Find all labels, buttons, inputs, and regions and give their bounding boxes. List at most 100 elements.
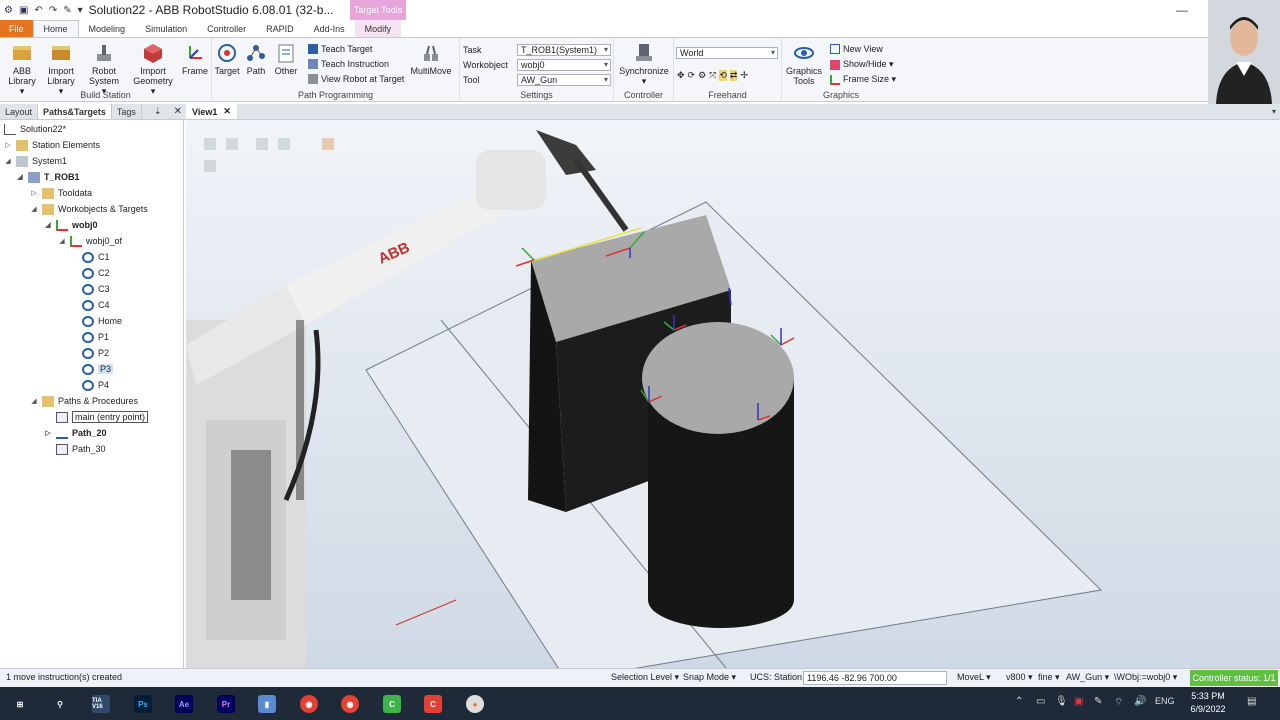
tree-wobj0-of[interactable]: ◢ wobj0_of	[58, 234, 122, 248]
jog-icon[interactable]: ✢	[740, 70, 748, 81]
other-button[interactable]: Other	[272, 42, 300, 76]
customize-icon[interactable]: ▾	[78, 5, 83, 16]
tree-system[interactable]: ◢ System1	[4, 154, 67, 168]
frame-button[interactable]: Frame	[180, 42, 210, 76]
tab-layout[interactable]: Layout	[0, 104, 39, 119]
show-hide-button[interactable]: Show/Hide ▾	[830, 59, 894, 70]
tool-dropdown[interactable]: AW_Gun ▾	[1066, 672, 1109, 683]
tab-tags[interactable]: Tags	[112, 104, 142, 119]
tree-main-procedure[interactable]: main (entry point)	[56, 410, 149, 424]
notification-icon[interactable]: ▤	[1247, 696, 1256, 707]
device-icon[interactable]: ▭	[1036, 696, 1045, 707]
tree-task[interactable]: ◢ T_ROB1	[16, 170, 80, 184]
file-icon[interactable]: ▮	[258, 695, 276, 713]
selection-level-dropdown[interactable]: Selection Level ▾	[611, 672, 679, 683]
chrome-icon[interactable]: ◉	[300, 695, 318, 713]
photoshop-icon[interactable]: Ps	[134, 695, 152, 713]
import-geometry-button[interactable]: Import Geometry ▾	[130, 42, 176, 96]
move-instruction-dropdown[interactable]: MoveL ▾	[957, 672, 991, 683]
collapse-arrow-icon[interactable]: ◢	[30, 205, 38, 213]
teach-instruction-button[interactable]: Teach Instruction	[308, 59, 389, 69]
tab-controller[interactable]: Controller	[197, 20, 256, 37]
tree-workobjects[interactable]: ◢ Workobjects & Targets	[30, 202, 148, 216]
graphics-tools-button[interactable]: Graphics Tools	[784, 42, 824, 86]
tree-path-20[interactable]: ▷ Path_20	[44, 426, 107, 440]
teach-target-button[interactable]: Teach Target	[308, 44, 372, 54]
zone-dropdown[interactable]: fine ▾	[1038, 672, 1060, 683]
tab-add-ins[interactable]: Add-Ins	[304, 20, 355, 37]
tool-combo[interactable]: AW_Gun	[517, 74, 611, 86]
move-icon[interactable]: ✥	[677, 70, 685, 81]
jog-joint-icon[interactable]: ⚙	[698, 70, 706, 81]
multimove-button[interactable]: MultiMove	[408, 42, 454, 76]
new-view-button[interactable]: New View	[830, 44, 883, 54]
controller-status-badge[interactable]: Controller status: 1/1	[1190, 670, 1278, 686]
tree-target-c1[interactable]: C1	[82, 250, 110, 264]
wobj-dropdown[interactable]: \WObj:=wobj0 ▾	[1114, 672, 1177, 683]
tree-target-c2[interactable]: C2	[82, 266, 110, 280]
task-combo[interactable]: T_ROB1(System1)	[517, 44, 611, 56]
import-library-button[interactable]: Import Library ▾	[44, 42, 78, 96]
synchronize-button[interactable]: Synchronize ▾	[616, 42, 672, 86]
tool-icon[interactable]: ✎	[63, 5, 71, 16]
tree-target-p4[interactable]: P4	[82, 378, 109, 392]
camtasia-icon[interactable]: C	[383, 695, 401, 713]
tia-portal-icon[interactable]: TIA V16	[92, 695, 110, 713]
target-button[interactable]: Target	[214, 42, 240, 76]
frame-size-button[interactable]: Frame Size ▾	[830, 74, 896, 85]
tab-file[interactable]: File	[0, 20, 33, 37]
close-icon[interactable]: ✕	[174, 106, 182, 117]
volume-icon[interactable]: 🔊	[1134, 696, 1146, 707]
chrome-profile-icon[interactable]: ◉	[341, 695, 359, 713]
premiere-icon[interactable]: Pr	[217, 695, 235, 713]
tree-solution[interactable]: Solution22*	[4, 122, 66, 136]
tree-paths-procedures[interactable]: ◢ Paths & Procedures	[30, 394, 138, 408]
collapse-arrow-icon[interactable]: ◢	[44, 221, 52, 229]
tab-home[interactable]: Home	[32, 20, 79, 37]
tree-target-home[interactable]: Home	[82, 314, 122, 328]
pin-icon[interactable]: ⇣	[154, 106, 162, 117]
path-button[interactable]: Path	[244, 42, 268, 76]
language-indicator[interactable]: ENG	[1155, 696, 1175, 706]
3d-viewport[interactable]: ABB	[186, 120, 1280, 668]
microphone-icon[interactable]: 🎙	[1055, 696, 1068, 707]
tree-wobj0[interactable]: ◢ wobj0	[44, 218, 98, 232]
collapse-arrow-icon[interactable]: ◢	[16, 173, 24, 181]
snap-mode-dropdown[interactable]: Snap Mode ▾	[683, 672, 736, 683]
tab-modeling[interactable]: Modeling	[79, 20, 136, 37]
undo-icon[interactable]: ↶	[34, 5, 42, 16]
close-icon[interactable]: ✕	[223, 106, 231, 117]
collapse-arrow-icon[interactable]: ◢	[4, 157, 12, 165]
tree-tooldata[interactable]: ▷ Tooldata	[30, 186, 92, 200]
tree-target-p2[interactable]: P2	[82, 346, 109, 360]
clock[interactable]: 5:33 PM 6/9/2022	[1180, 690, 1236, 716]
chevron-up-icon[interactable]: ⌃	[1015, 696, 1023, 707]
redo-icon[interactable]: ↷	[49, 5, 57, 16]
tree-target-c4[interactable]: C4	[82, 298, 110, 312]
app-tray-icon[interactable]: ▣	[1074, 696, 1083, 707]
chevron-down-icon[interactable]: ▾	[1272, 107, 1276, 116]
tab-view1[interactable]: View1 ✕	[186, 104, 237, 119]
abb-library-button[interactable]: ABB Library ▾	[6, 42, 38, 96]
jog-reorient-icon[interactable]: ⟲	[719, 70, 727, 81]
expand-arrow-icon[interactable]: ▷	[4, 141, 12, 149]
collapse-arrow-icon[interactable]: ◢	[58, 237, 66, 245]
multirobot-jog-icon[interactable]: ⇄	[729, 70, 738, 81]
wifi-icon[interactable]: ⌔	[1114, 696, 1123, 709]
tree-path-30[interactable]: Path_30	[56, 442, 106, 456]
minimize-icon[interactable]: —	[1176, 3, 1188, 17]
robotstudio-icon[interactable]: ●	[466, 695, 484, 713]
save-icon[interactable]: ▣	[19, 5, 28, 16]
recorder-icon[interactable]: C	[424, 695, 442, 713]
tree-station-elements[interactable]: ▷ Station Elements	[4, 138, 100, 152]
speed-dropdown[interactable]: v800 ▾	[1006, 672, 1033, 683]
tab-simulation[interactable]: Simulation	[135, 20, 197, 37]
windows-start-icon[interactable]: ⊞	[11, 695, 29, 713]
tree-target-p3[interactable]: P3	[82, 362, 114, 376]
robot-system-button[interactable]: Robot System ▾	[86, 42, 122, 96]
expand-arrow-icon[interactable]: ▷	[44, 429, 52, 437]
expand-arrow-icon[interactable]: ▷	[30, 189, 38, 197]
tree-target-p1[interactable]: P1	[82, 330, 109, 344]
reference-combo[interactable]: World	[676, 47, 778, 59]
tab-paths-targets[interactable]: Paths&Targets	[38, 104, 112, 119]
